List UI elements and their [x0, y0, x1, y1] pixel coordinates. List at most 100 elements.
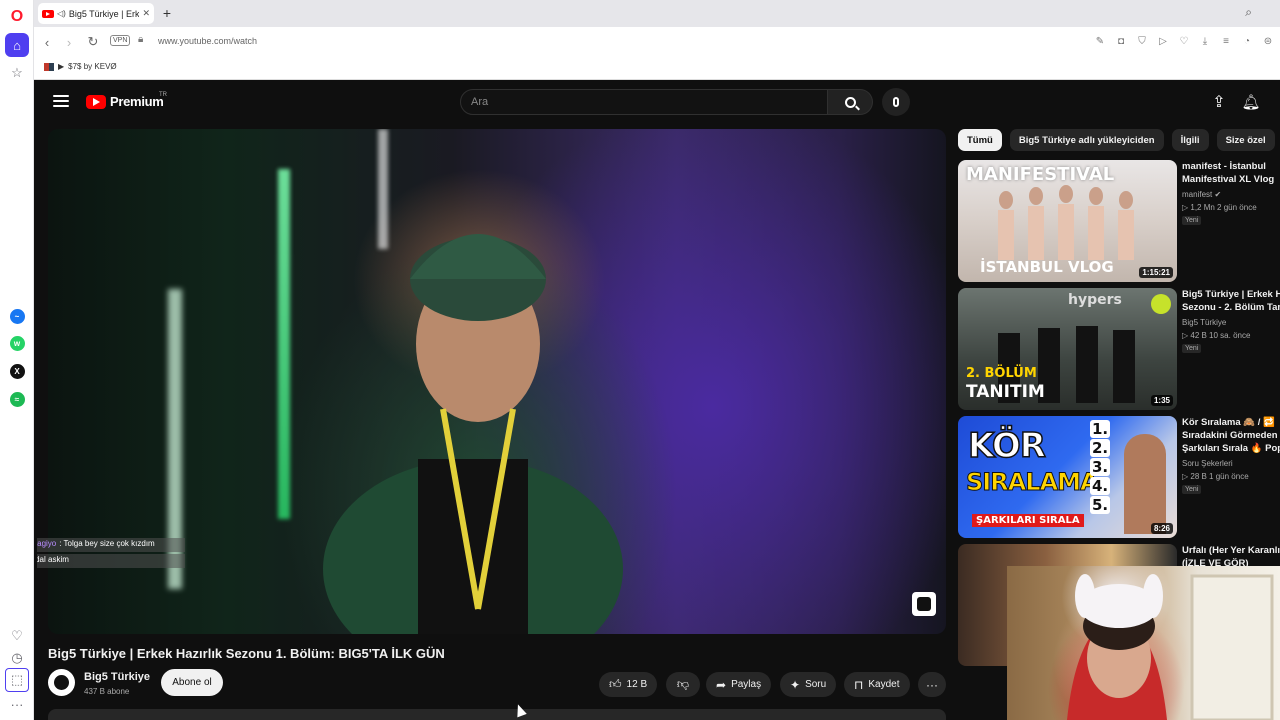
video-thumbnail[interactable]: KÖR SIRALAMA ŞARKILARI SIRALA 1. 2. 3. 4…	[958, 416, 1177, 538]
like-count: 12 B	[626, 679, 648, 690]
thumbnail-text: SIRALAMA	[966, 468, 1100, 497]
opera-sidebar: O ⌂ ☆ ~ w X ≈ ♡ ◷ ⬚ ···	[0, 0, 34, 720]
search-button[interactable]	[828, 89, 873, 115]
voice-search-button[interactable]	[882, 88, 910, 116]
subscriber-count: 437 B abone	[84, 687, 130, 696]
share-button[interactable]: ➦ Paylaş	[706, 672, 772, 697]
tab-title: Big5 Türkiye | Erkek H	[68, 8, 140, 19]
address-bar: ‹ › ↻ VPN 🔒︎ www.youtube.com/watch ✎ ◘ ⛉…	[34, 27, 1280, 56]
chip-from-uploader[interactable]: Big5 Türkiye adlı yükleyiciden	[1009, 129, 1164, 151]
shield-icon[interactable]: ⛉	[1136, 33, 1148, 49]
video-meta: ▷ 1,2 Mn 2 gün önce	[1182, 203, 1257, 212]
dislike-button[interactable]: 👎︎	[666, 672, 700, 697]
share-icon: ➦	[716, 677, 727, 692]
x-icon[interactable]: X	[5, 359, 29, 383]
heart-icon[interactable]: ♡	[5, 624, 29, 648]
upload-icon[interactable]: ⇪	[1209, 92, 1229, 112]
bookmark-item[interactable]: ▶ $7$ by KEVØ	[44, 62, 117, 71]
spotify-icon[interactable]: ≈	[5, 387, 29, 411]
search-input[interactable]: Ara	[460, 89, 828, 115]
youtube-logo[interactable]: Premium	[86, 94, 164, 109]
lock-icon[interactable]: 🔒︎	[138, 34, 143, 45]
history-icon[interactable]: ◷	[5, 646, 29, 670]
chip-all[interactable]: Tümü	[958, 129, 1002, 151]
number-item: 1.	[1090, 420, 1111, 438]
channel-name[interactable]: Big5 Türkiye	[84, 671, 150, 683]
channel-watermark[interactable]	[912, 592, 936, 616]
address-actions: ✎ ◘ ⛉ ▷ ♡ ⤓ ≡ ◔ ⊜	[1094, 33, 1274, 49]
list-icon[interactable]: ≡	[1220, 33, 1232, 49]
thumbnail-text: ŞARKILARI SIRALA	[972, 514, 1084, 527]
back-button[interactable]: ‹	[38, 33, 56, 51]
chat-message: yagmur_yagiyo : Tolga bey size çok kızdı…	[37, 538, 185, 552]
save-button[interactable]: ⊓ Kaydet	[844, 672, 910, 697]
channel-name[interactable]: Soru Şekerleri	[1182, 459, 1233, 468]
thumbnail-text: KÖR	[967, 425, 1046, 467]
recommended-video[interactable]: KÖR SIRALAMA ŞARKILARI SIRALA 1. 2. 3. 4…	[958, 416, 1280, 538]
play-icon[interactable]: ▷	[1157, 33, 1169, 49]
whatsapp-icon[interactable]: w	[5, 331, 29, 355]
menu-icon[interactable]: ⊜	[1262, 33, 1274, 49]
video-duration: 1:35	[1150, 395, 1173, 406]
download-icon[interactable]: ⤓	[1199, 33, 1211, 49]
hamburger-menu-icon[interactable]	[53, 93, 69, 109]
title-line: Kör Sıralama 🙈 / 🔁	[1182, 417, 1275, 428]
channel-avatar[interactable]	[48, 669, 75, 696]
tab-youtube[interactable]: ◁) Big5 Türkiye | Erkek H ✕	[38, 3, 154, 24]
home-icon[interactable]: ⌂	[5, 33, 29, 57]
new-badge: Yeni	[1182, 216, 1202, 225]
more-icon[interactable]: ···	[5, 692, 29, 716]
youtube-page: Premium TR Ara ⇪ 🔔︎ yagmur_yagiyo : Tolg	[37, 83, 1280, 720]
channel-name[interactable]: manifest ✔	[1182, 190, 1221, 199]
recommended-video[interactable]: MANIFESTIVAL İSTANBUL VLOG 1:15:21 manif…	[958, 160, 1280, 282]
stream-chat-overlay: yagmur_yagiyo : Tolga bey size çok kızdı…	[37, 538, 185, 570]
video-meta: ▷ 42 B 10 sa. önce	[1182, 331, 1251, 340]
title-line: Urfalı (Her Yer Karanlı	[1182, 545, 1280, 556]
forward-button[interactable]: ›	[60, 33, 78, 51]
extensions-icon[interactable]: ⬚	[5, 668, 29, 692]
more-actions-button[interactable]: ···	[918, 672, 946, 697]
chat-message: offiaetk : dal askim	[37, 554, 185, 568]
new-badge: Yeni	[1182, 344, 1202, 353]
video-thumbnail[interactable]: MANIFESTIVAL İSTANBUL VLOG 1:15:21	[958, 160, 1177, 282]
channel-name[interactable]: Big5 Türkiye	[1182, 318, 1226, 327]
video-title[interactable]: Big5 Türkiye | Erkek Ha Sezonu - 2. Bölü…	[1182, 288, 1280, 314]
description-box[interactable]	[48, 709, 946, 720]
number-item: 2.	[1090, 439, 1111, 457]
heart-icon[interactable]: ♡	[1178, 33, 1190, 49]
star-icon[interactable]: ☆	[5, 61, 29, 85]
chip-for-you[interactable]: Size özel	[1216, 129, 1275, 151]
video-title[interactable]: Kör Sıralama 🙈 / 🔁 Sıradakini Görmeden Ş…	[1182, 416, 1280, 455]
ask-button[interactable]: ✦ Soru	[780, 672, 837, 697]
messenger-icon[interactable]: ~	[5, 304, 29, 328]
chip-related[interactable]: İlgili	[1171, 129, 1209, 151]
video-title[interactable]: manifest - İstanbul Manifestival XL Vlog	[1182, 160, 1280, 186]
chat-text: : Tolga bey size çok kızdım	[59, 539, 155, 548]
video-thumbnail[interactable]: hypers 2. BÖLÜM TANITIM 1:35	[958, 288, 1177, 410]
speaker-icon[interactable]: ◁)	[57, 9, 66, 18]
number-item: 4.	[1090, 477, 1111, 495]
notifications-bell-icon[interactable]: 🔔︎	[1241, 92, 1261, 112]
title-line: Manifestival XL Vlog	[1182, 174, 1275, 185]
tab-bar: ◁) Big5 Türkiye | Erkek H ✕ + ⌕	[34, 0, 1280, 27]
video-meta: ▷ 28 B 1 gün önce	[1182, 472, 1249, 481]
recommended-video[interactable]: hypers 2. BÖLÜM TANITIM 1:35 Big5 Türkiy…	[958, 288, 1280, 410]
new-badge: Yeni	[1182, 485, 1202, 494]
video-duration: 8:26	[1150, 523, 1173, 534]
subscribe-button[interactable]: Abone ol	[161, 669, 223, 696]
new-tab-button[interactable]: +	[158, 4, 176, 22]
thumbnail-person	[1124, 434, 1166, 534]
tab-search-icon[interactable]: ⌕	[1245, 5, 1252, 20]
opera-logo-icon[interactable]: O	[5, 5, 29, 29]
vpn-badge[interactable]: VPN	[110, 35, 131, 46]
profile-icon[interactable]: ◔	[1241, 33, 1253, 49]
title-line: manifest - İstanbul	[1182, 161, 1266, 172]
like-button[interactable]: 👍︎ 12 B	[599, 672, 658, 697]
microphone-icon	[893, 97, 899, 107]
thumbs-down-icon: 👎︎	[676, 677, 690, 691]
close-icon[interactable]: ✕	[142, 8, 150, 19]
reload-button[interactable]: ↻	[84, 33, 102, 51]
url-field[interactable]: www.youtube.com/watch	[158, 36, 257, 46]
camera-icon[interactable]: ◘	[1115, 33, 1127, 49]
edit-icon[interactable]: ✎	[1094, 33, 1106, 49]
